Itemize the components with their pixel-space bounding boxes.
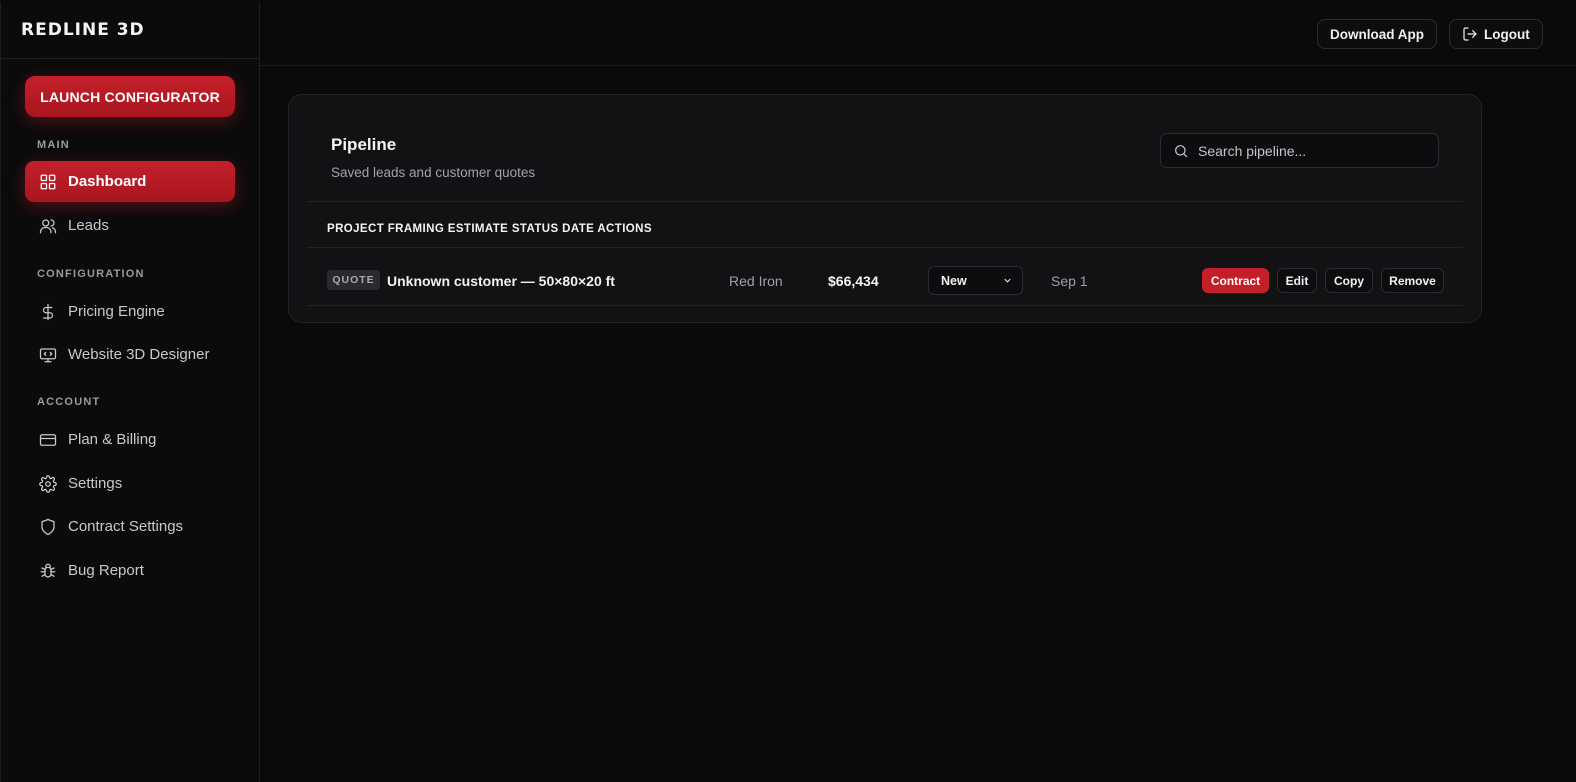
sidebar-item-dashboard[interactable]: Dashboard: [25, 161, 235, 202]
download-app-button[interactable]: Download App: [1317, 19, 1437, 49]
gear-icon: [39, 474, 57, 493]
search-box[interactable]: [1160, 133, 1439, 168]
logout-label: Logout: [1484, 26, 1530, 42]
pipeline-card: Pipeline Saved leads and customer quotes…: [288, 94, 1482, 323]
credit-card-icon: [39, 431, 57, 449]
bug-icon: [39, 562, 57, 580]
grid-icon: [39, 173, 57, 191]
logout-icon: [1462, 26, 1484, 42]
estimate-value: $66,434: [828, 273, 879, 289]
section-label-configuration: CONFIGURATION: [37, 268, 145, 280]
chevron-down-icon: [1002, 275, 1013, 286]
logout-button[interactable]: Logout: [1449, 19, 1543, 49]
search-icon: [1173, 143, 1198, 159]
sidebar-item-leads[interactable]: Leads: [25, 205, 235, 246]
app-frame: REDLINE 3D LAUNCH CONFIGURATOR MAIN Dash…: [0, 2, 1576, 782]
sidebar-item-plan-billing[interactable]: Plan & Billing: [25, 419, 235, 460]
sidebar-item-label: Plan & Billing: [68, 431, 157, 448]
sidebar-item-pricing-engine[interactable]: Pricing Engine: [25, 291, 235, 332]
divider: [307, 305, 1463, 306]
table-row[interactable]: QUOTE Unknown customer — 50×80×20 ft Red…: [307, 247, 1463, 305]
status-value: New: [941, 273, 967, 288]
sidebar-item-label: Contract Settings: [68, 518, 184, 535]
sidebar-item-label: Settings: [68, 475, 123, 492]
sidebar-item-bug-report[interactable]: Bug Report: [25, 550, 235, 591]
topbar: Download App Logout: [260, 2, 1576, 66]
sidebar-item-label: Pricing Engine: [68, 303, 165, 320]
sidebar-item-contract-settings[interactable]: Contract Settings: [25, 506, 235, 547]
sidebar-item-label: Leads: [68, 217, 109, 234]
copy-button[interactable]: Copy: [1325, 268, 1373, 293]
quote-badge: QUOTE: [327, 270, 380, 290]
contract-button[interactable]: Contract: [1202, 268, 1269, 293]
page-subtitle: Saved leads and customer quotes: [331, 165, 536, 180]
shield-icon: [39, 518, 57, 536]
sidebar-item-website-3d-designer[interactable]: Website 3D Designer: [25, 334, 235, 375]
divider: [307, 201, 1463, 202]
status-select[interactable]: New: [928, 266, 1023, 295]
download-app-label: Download App: [1330, 26, 1424, 42]
row-date: Sep 1: [1051, 273, 1088, 289]
sidebar-item-label: Website 3D Designer: [68, 346, 210, 363]
dollar-icon: [39, 303, 57, 321]
monitor-code-icon: [39, 346, 57, 364]
sidebar-item-settings[interactable]: Settings: [25, 463, 235, 504]
launch-configurator-button[interactable]: LAUNCH CONFIGURATOR: [25, 76, 235, 117]
search-input[interactable]: [1198, 142, 1418, 159]
sidebar-item-label: Dashboard: [68, 173, 147, 190]
page-title: Pipeline: [331, 135, 397, 154]
edit-button[interactable]: Edit: [1277, 268, 1317, 293]
brand-logo[interactable]: REDLINE 3D: [1, 2, 259, 59]
project-name: Unknown customer — 50×80×20 ft: [387, 273, 615, 289]
users-icon: [39, 217, 57, 235]
remove-button[interactable]: Remove: [1381, 268, 1444, 293]
section-label-account: ACCOUNT: [37, 396, 101, 408]
section-label-main: MAIN: [37, 139, 70, 151]
sidebar: REDLINE 3D LAUNCH CONFIGURATOR MAIN Dash…: [1, 2, 260, 782]
sidebar-item-label: Bug Report: [68, 562, 144, 579]
table-header: PROJECT FRAMING ESTIMATE STATUS DATE ACT…: [327, 223, 652, 235]
framing-type: Red Iron: [729, 273, 783, 289]
